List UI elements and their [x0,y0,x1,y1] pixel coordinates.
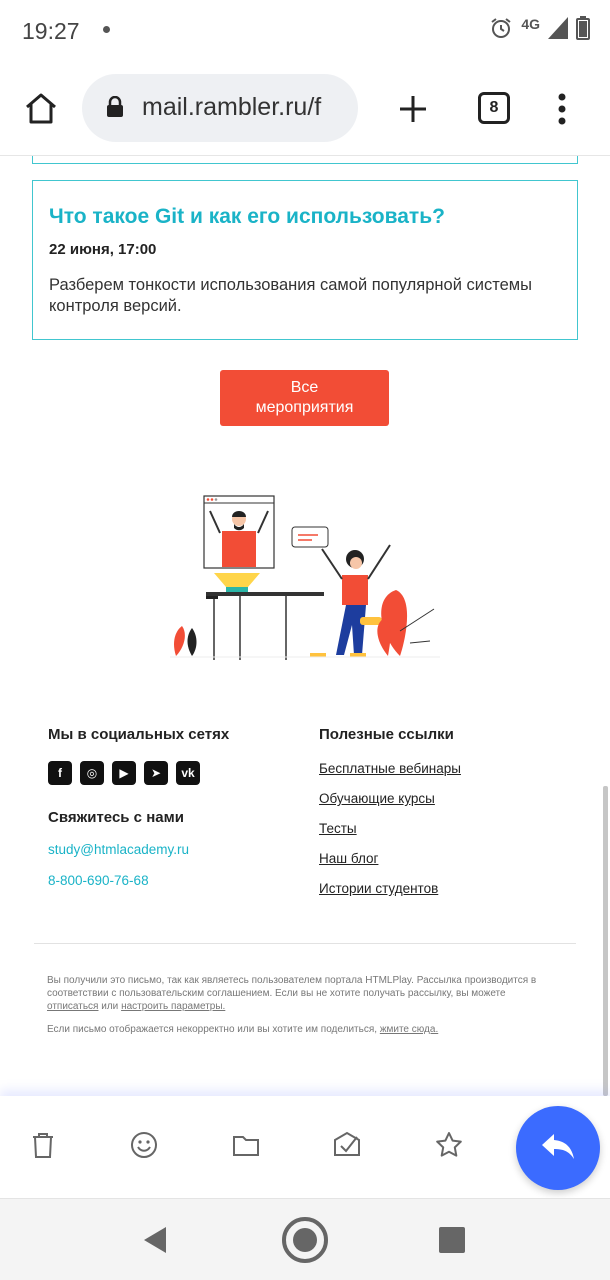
mail-actions-toolbar [0,1096,610,1198]
more-menu-icon[interactable] [556,92,568,126]
emoji-icon[interactable] [129,1130,159,1160]
all-events-button[interactable]: Все мероприятия [220,370,389,426]
notification-dot-icon [103,26,110,33]
all-events-label-line2: мероприятия [255,399,354,416]
url-text: mail.rambler.ru/f [142,93,322,121]
link-tests[interactable]: Тесты [319,821,579,836]
alarm-icon [491,18,511,38]
legal-text-2: Если письмо отображается некорректно или… [47,1024,378,1035]
star-icon[interactable] [434,1130,464,1160]
links-title: Полезные ссылки [319,726,454,743]
youtube-icon[interactable]: ▶ [112,761,136,785]
signal-icon [548,17,568,39]
previous-event-card [32,156,578,164]
link-free-webinars[interactable]: Бесплатные вебинары [319,761,579,776]
trash-icon[interactable] [28,1130,58,1160]
folder-icon[interactable] [231,1130,261,1160]
webinar-illustration [170,495,440,660]
footer-left-column: Мы в социальных сетях f ◎ ▶ ➤ vk Свяжите… [48,726,298,888]
all-events-label-line1: Все [290,379,319,396]
status-bar: 19:27 4G [0,0,610,62]
link-courses[interactable]: Обучающие курсы [319,791,579,806]
network-type: 4G [521,16,540,32]
email-link[interactable]: study@htmlacademy.ru [48,842,298,857]
event-title[interactable]: Что такое Git и как его использовать? [49,205,445,229]
link-student-stories[interactable]: Истории студентов [319,881,579,896]
vk-icon[interactable]: vk [176,761,200,785]
social-links: f ◎ ▶ ➤ vk [48,761,298,785]
telegram-icon[interactable]: ➤ [144,761,168,785]
contact-title: Свяжитесь с нами [48,809,184,826]
scrollbar[interactable] [603,786,608,1096]
home-button-icon[interactable] [281,1216,329,1264]
event-card: Что такое Git и как его использовать? 22… [32,180,578,340]
unsubscribe-link[interactable]: отписаться [47,1001,98,1012]
back-icon[interactable] [142,1225,168,1255]
phone-link[interactable]: 8-800-690-76-68 [48,873,298,888]
reply-button[interactable] [516,1106,600,1190]
instagram-icon[interactable]: ◎ [80,761,104,785]
facebook-icon[interactable]: f [48,761,72,785]
lock-icon [107,96,123,117]
address-bar[interactable]: mail.rambler.ru/f [82,74,358,142]
footer-right-column: Полезные ссылки Бесплатные вебинары Обуч… [319,726,579,896]
battery-icon [576,16,590,40]
system-navigation-bar [0,1198,610,1280]
tab-switcher-button[interactable]: 8 [478,92,510,124]
legal-text: Вы получили это письмо, так как являетес… [47,975,537,999]
event-description: Разберем тонкости использования самой по… [49,276,532,315]
footer-divider [34,943,576,944]
legal-or: или [101,1001,119,1012]
mark-read-icon[interactable] [332,1130,362,1160]
view-online-link[interactable]: жмите сюда. [380,1024,438,1035]
tab-count: 8 [489,99,499,116]
browser-toolbar: mail.rambler.ru/f 8 [0,62,610,156]
legal-notice: Вы получили это письмо, так как являетес… [47,974,547,1013]
home-icon[interactable] [24,92,58,124]
link-blog[interactable]: Наш блог [319,851,579,866]
event-date: 22 июня, 17:00 [49,241,157,258]
recents-icon[interactable] [439,1227,465,1253]
social-title: Мы в социальных сетях [48,726,230,743]
legal-notice-2: Если письмо отображается некорректно или… [47,1024,567,1035]
new-tab-icon[interactable] [398,94,428,124]
settings-link[interactable]: настроить параметры. [121,1001,225,1012]
status-time: 19:27 [22,18,80,44]
email-body: Что такое Git и как его использовать? 22… [0,156,610,1096]
reply-icon [542,1134,574,1159]
